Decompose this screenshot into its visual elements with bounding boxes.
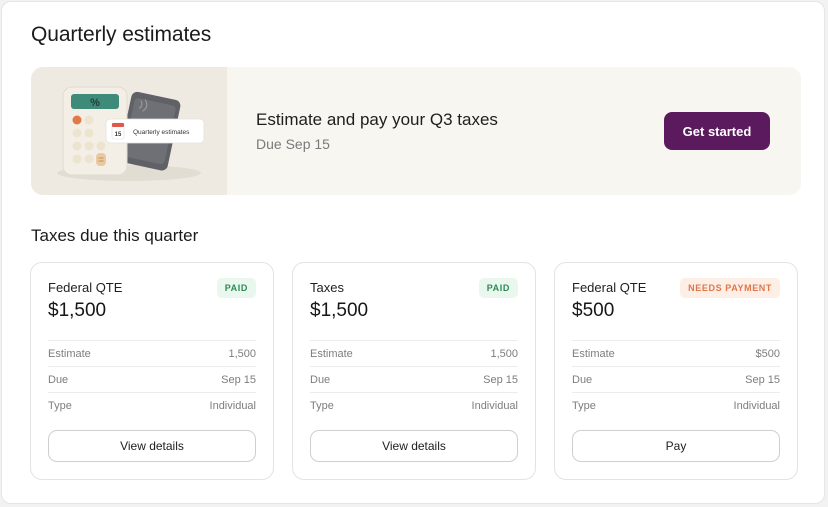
card-details: Estimate 1,500 Due Sep 15 Type Individua… [310, 340, 518, 418]
detail-value: Sep 15 [221, 373, 256, 386]
detail-label: Due [310, 373, 331, 386]
card-title: Federal QTE [572, 280, 647, 295]
calendar-day: 15 [115, 132, 122, 138]
quarterly-estimates-panel: Quarterly estimates 2222 2222 % [1, 1, 825, 504]
detail-row-estimate: Estimate 1,500 [48, 340, 256, 366]
detail-label: Due [48, 373, 69, 386]
calculator-display-symbol: % [90, 97, 100, 109]
tax-card-taxes: Taxes PAID $1,500 Estimate 1,500 Due Sep… [292, 262, 536, 480]
detail-row-type: Type Individual [310, 392, 518, 418]
detail-row-type: Type Individual [572, 392, 780, 418]
card-amount: $1,500 [48, 300, 107, 321]
card-details: Estimate $500 Due Sep 15 Type Individual [572, 340, 780, 418]
card-amount: $1,500 [310, 300, 369, 321]
view-details-button[interactable]: View details [48, 430, 256, 462]
detail-label: Estimate [310, 347, 353, 360]
status-badge: NEEDS PAYMENT [680, 278, 780, 298]
tag-label: Quarterly estimates [133, 129, 190, 136]
card-title: Federal QTE [48, 280, 123, 295]
card-details: Estimate 1,500 Due Sep 15 Type Individua… [48, 340, 256, 418]
detail-row-estimate: Estimate 1,500 [310, 340, 518, 366]
status-badge: PAID [478, 278, 518, 298]
view-details-button[interactable]: View details [310, 430, 518, 462]
detail-row-estimate: Estimate $500 [572, 340, 780, 366]
detail-value: Sep 15 [483, 373, 518, 386]
detail-value: $500 [755, 347, 780, 360]
detail-value: Individual [471, 399, 518, 412]
detail-row-due: Due Sep 15 [310, 366, 518, 392]
detail-value: Individual [209, 399, 256, 412]
detail-value: Individual [733, 399, 780, 412]
page-title: Quarterly estimates [31, 23, 212, 46]
banner-illustration: 2222 2222 % [31, 67, 227, 195]
card-amount: $500 [572, 300, 615, 321]
tax-card-federal-qte-unpaid: Federal QTE NEEDS PAYMENT $500 Estimate … [554, 262, 798, 480]
tax-card-federal-qte: Federal QTE PAID $1,500 Estimate 1,500 D… [30, 262, 274, 480]
detail-value: Sep 15 [745, 373, 780, 386]
detail-row-type: Type Individual [48, 392, 256, 418]
card-title: Taxes [310, 280, 344, 295]
detail-label: Due [572, 373, 593, 386]
detail-row-due: Due Sep 15 [572, 366, 780, 392]
banner-due-date: Due Sep 15 [256, 136, 330, 152]
detail-label: Estimate [48, 347, 91, 360]
detail-label: Type [48, 399, 72, 412]
q3-taxes-banner: 2222 2222 % [31, 67, 801, 195]
detail-label: Type [310, 399, 334, 412]
detail-value: 1,500 [490, 347, 518, 360]
quarterly-estimates-tag: 15 Quarterly estimates [105, 118, 205, 144]
status-badge: PAID [216, 278, 256, 298]
detail-label: Type [572, 399, 596, 412]
pay-button[interactable]: Pay [572, 430, 780, 462]
section-title: Taxes due this quarter [31, 226, 199, 245]
calculator-card-illustration: 2222 2222 % [57, 86, 205, 181]
get-started-button[interactable]: Get started [664, 112, 770, 150]
detail-value: 1,500 [228, 347, 256, 360]
banner-heading: Estimate and pay your Q3 taxes [256, 110, 498, 129]
detail-row-due: Due Sep 15 [48, 366, 256, 392]
detail-label: Estimate [572, 347, 615, 360]
